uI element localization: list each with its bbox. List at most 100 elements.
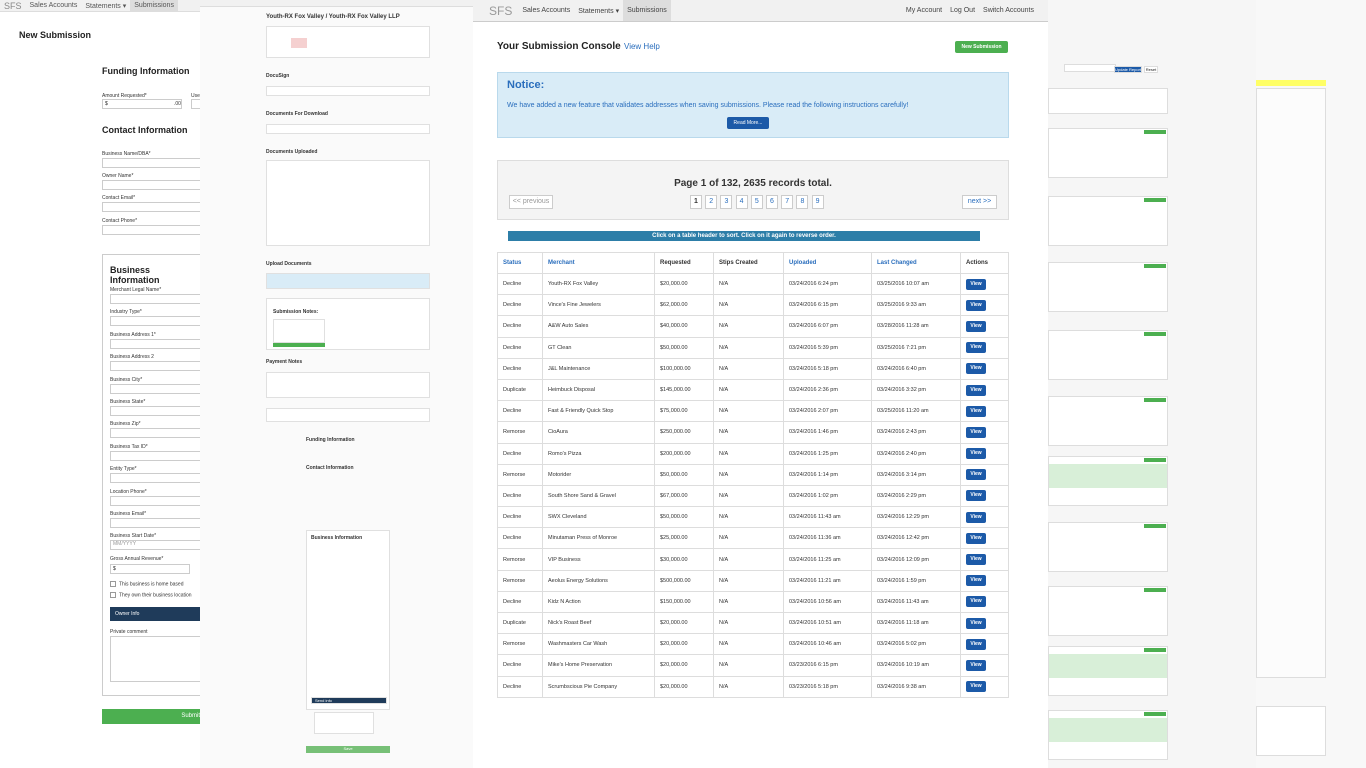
business-field-input[interactable]: MM/YYYY (110, 540, 200, 551)
view-button[interactable]: View (966, 596, 986, 608)
use-input[interactable] (191, 99, 200, 109)
business-field-input[interactable] (110, 518, 200, 528)
report-box-action[interactable] (1144, 712, 1166, 716)
view-button[interactable]: View (966, 469, 986, 481)
view-button[interactable]: View (966, 575, 986, 587)
revenue-input[interactable] (110, 564, 190, 574)
business-field-input[interactable] (110, 294, 200, 304)
own-location-checkbox[interactable]: They own their business location (110, 592, 192, 598)
page-link-5[interactable]: 5 (750, 195, 763, 209)
view-button[interactable]: View (966, 617, 986, 629)
view-button[interactable]: View (966, 490, 986, 502)
view-button[interactable]: View (966, 405, 986, 417)
business-field-label: Business Start Date* (110, 533, 157, 540)
left-nav-statements[interactable]: Statements ▾ (81, 0, 130, 11)
mini-send-button[interactable]: Send info (311, 697, 387, 704)
grid-table (1256, 88, 1326, 678)
view-button[interactable]: View (966, 681, 986, 693)
page-link-4[interactable]: 4 (735, 195, 748, 209)
report-box-action[interactable] (1144, 264, 1166, 268)
amount-input[interactable] (102, 99, 182, 109)
nav-submissions[interactable]: Submissions (623, 0, 671, 21)
read-more-button[interactable]: Read More... (727, 117, 769, 129)
page-link-7[interactable]: 7 (781, 195, 794, 209)
view-button[interactable]: View (966, 363, 986, 375)
business-field-input[interactable] (110, 338, 200, 349)
page-link-8[interactable]: 8 (796, 195, 809, 209)
view-button[interactable]: View (966, 659, 986, 671)
business-field-input[interactable] (110, 383, 200, 394)
report-box-action[interactable] (1144, 648, 1166, 652)
view-button[interactable]: View (966, 532, 986, 544)
business-field-label: Industry Type* (110, 309, 142, 316)
nav-my-account[interactable]: My Account (902, 0, 946, 21)
mini-save-button[interactable]: Save (306, 746, 390, 753)
business-field-input[interactable] (110, 428, 200, 439)
business-field-input[interactable] (110, 450, 200, 461)
col-merchant[interactable]: Merchant (542, 252, 655, 274)
view-button[interactable]: View (966, 638, 986, 650)
detail-title: Youth-RX Fox Valley / Youth-RX Fox Valle… (266, 14, 400, 20)
report-box-action[interactable] (1144, 332, 1166, 336)
update-report-button[interactable]: Update Report (1114, 66, 1142, 73)
business-field-input[interactable] (110, 473, 200, 484)
view-button[interactable]: View (966, 554, 986, 566)
view-button[interactable]: View (966, 342, 986, 354)
drop-zone[interactable] (266, 273, 430, 289)
notes-submit[interactable] (273, 343, 325, 347)
next-page-button[interactable]: next >> (962, 195, 997, 209)
report-box-action[interactable] (1144, 524, 1166, 528)
requested-cell: $67,000.00 (654, 484, 714, 508)
col-status[interactable]: Status (497, 252, 543, 274)
col-uploaded[interactable]: Uploaded (783, 252, 872, 274)
owner-info-tab[interactable]: Owner Info (110, 607, 200, 621)
view-button[interactable]: View (966, 384, 986, 396)
new-submission-button[interactable]: New Submission (955, 41, 1008, 53)
nav-statements[interactable]: Statements ▾ (574, 0, 623, 21)
contact-phone-input[interactable] (102, 225, 200, 235)
view-button[interactable]: View (966, 426, 986, 438)
report-box-action[interactable] (1144, 198, 1166, 202)
actions-cell: View (960, 527, 1009, 550)
home-based-checkbox[interactable]: This business is home based (110, 581, 183, 587)
nav-switch-accounts[interactable]: Switch Accounts (979, 0, 1048, 21)
report-filter-input[interactable] (1064, 64, 1116, 72)
notes-textarea[interactable] (273, 319, 325, 343)
report-box-action[interactable] (1144, 458, 1166, 462)
reset-button[interactable]: Reset (1144, 66, 1158, 73)
brand-logo[interactable]: SFS (473, 0, 518, 21)
left-brand[interactable]: SFS (0, 0, 26, 11)
page-link-1[interactable]: 1 (690, 195, 702, 209)
business-field-input[interactable] (110, 361, 200, 372)
view-button[interactable]: View (966, 511, 986, 523)
contact-field-label: Owner Name* (102, 173, 134, 179)
private-comment-textarea[interactable] (110, 636, 200, 682)
view-button[interactable]: View (966, 299, 986, 311)
page-link-2[interactable]: 2 (705, 195, 718, 209)
report-box-action[interactable] (1144, 130, 1166, 134)
uploaded-cell: 03/24/2016 6:24 pm (783, 272, 872, 296)
view-button[interactable]: View (966, 278, 986, 290)
col-last-changed[interactable]: Last Changed (871, 252, 961, 274)
submit-button[interactable]: Submit (102, 709, 200, 724)
mini-textarea[interactable] (314, 712, 374, 734)
nav-log-out[interactable]: Log Out (946, 0, 979, 21)
business-field-input[interactable] (110, 495, 200, 506)
report-box-action[interactable] (1144, 588, 1166, 592)
left-nav-submissions[interactable]: Submissions (130, 0, 178, 11)
page-link-9[interactable]: 9 (811, 195, 824, 209)
contact-email-input[interactable] (102, 202, 200, 212)
owner-name-input[interactable] (102, 180, 200, 190)
page-link-6[interactable]: 6 (766, 195, 778, 209)
page-link-3[interactable]: 3 (720, 195, 733, 209)
nav-sales-accounts[interactable]: Sales Accounts (518, 0, 574, 21)
view-button[interactable]: View (966, 448, 986, 460)
view-button[interactable]: View (966, 320, 986, 332)
view-help-link[interactable]: View Help (624, 42, 660, 51)
report-box-action[interactable] (1144, 398, 1166, 402)
left-nav-sales[interactable]: Sales Accounts (26, 0, 82, 11)
business-name-input[interactable] (102, 158, 200, 168)
prev-page-button[interactable]: << previous (509, 195, 553, 209)
business-field-input[interactable] (110, 316, 200, 327)
business-field-input[interactable] (110, 406, 200, 416)
